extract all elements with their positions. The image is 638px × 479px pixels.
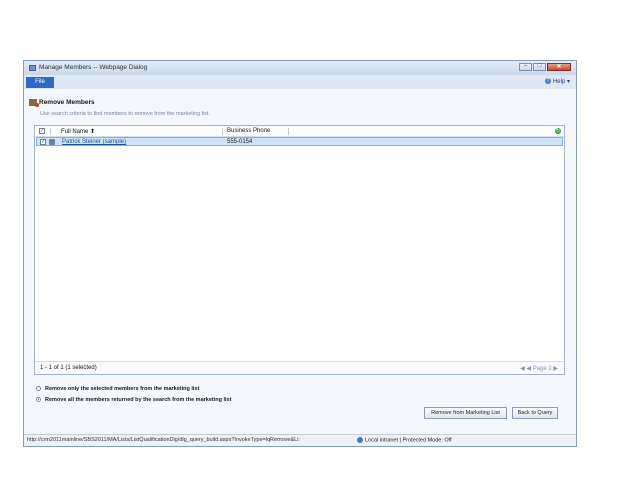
manage-members-dialog: Manage Members -- Webpage Dialog – □ ✕ F… [23, 60, 577, 447]
security-zone: Local intranet | Protected Mode: Off [357, 437, 452, 443]
remove-from-marketing-list-button[interactable]: Remove from Marketing List [424, 407, 507, 419]
row-checkbox[interactable]: ✓ [40, 139, 46, 145]
grid-header: ✓ Full Name ⬆ Business Phone ↻ [35, 126, 564, 137]
remove-all-option[interactable]: Remove all the members returned by the s… [36, 397, 231, 403]
remove-selected-option[interactable]: Remove only the selected members from th… [36, 386, 199, 392]
remove-members-icon [29, 99, 39, 107]
remove-all-label: Remove all the members returned by the s… [45, 397, 232, 403]
column-separator [288, 128, 289, 135]
maximize-icon: □ [537, 63, 542, 69]
webpage-dialog-icon [29, 65, 36, 71]
select-all-checkbox[interactable]: ✓ [39, 128, 45, 134]
help-icon: ? [544, 78, 551, 85]
members-grid: ✓ Full Name ⬆ Business Phone ↻ ✓ Patrick… [34, 125, 565, 375]
help-menu[interactable]: ? Help ▾ [544, 78, 570, 85]
column-separator [222, 128, 223, 135]
member-full-name-link[interactable]: Patrick Steiner (sample) [62, 139, 126, 145]
security-zone-label: Local intranet | Protected Mode: Off [365, 437, 452, 444]
remove-selected-radio[interactable] [36, 386, 41, 392]
section-heading: Remove Members [29, 99, 95, 107]
menu-bar: File ? Help ▾ [24, 75, 576, 89]
maximize-button[interactable]: □ [533, 63, 546, 71]
close-icon: ✕ [556, 64, 562, 70]
back-to-query-button[interactable]: Back to Query [512, 407, 558, 419]
pager[interactable]: ◀ ◀ Page 1 ▶ [520, 365, 558, 372]
column-header-business-phone[interactable]: Business Phone [227, 128, 270, 134]
record-count: 1 - 1 of 1 (1 selected) [40, 365, 97, 371]
minimize-icon: – [523, 63, 528, 69]
window-title: Manage Members -- Webpage Dialog [39, 64, 148, 71]
close-button[interactable]: ✕ [547, 63, 571, 71]
section-subtitle: Use search criteria to find members to r… [40, 111, 210, 117]
globe-icon [357, 437, 363, 443]
help-label: Help ▾ [552, 79, 570, 85]
column-separator [50, 128, 51, 135]
file-tab[interactable]: File [26, 77, 54, 88]
minimize-button[interactable]: – [519, 63, 532, 71]
refresh-icon[interactable]: ↻ [555, 128, 561, 134]
member-business-phone: 555-0154 [227, 139, 253, 145]
grid-footer: 1 - 1 of 1 (1 selected) ◀ ◀ Page 1 ▶ [35, 361, 564, 374]
column-header-full-name[interactable]: Full Name ⬆ [61, 128, 95, 135]
status-url: http://crm2011mainline/SBS2011/MA/Lists/… [27, 437, 300, 443]
remove-selected-label: Remove only the selected members from th… [45, 386, 200, 392]
status-bar: http://crm2011mainline/SBS2011/MA/Lists/… [24, 434, 576, 446]
contact-icon [49, 139, 55, 145]
section-title: Remove Members [39, 99, 95, 107]
remove-all-radio[interactable] [36, 397, 41, 403]
table-row[interactable]: ✓ Patrick Steiner (sample) 555-0154 [36, 137, 563, 146]
title-bar[interactable]: Manage Members -- Webpage Dialog – □ ✕ [24, 61, 576, 75]
